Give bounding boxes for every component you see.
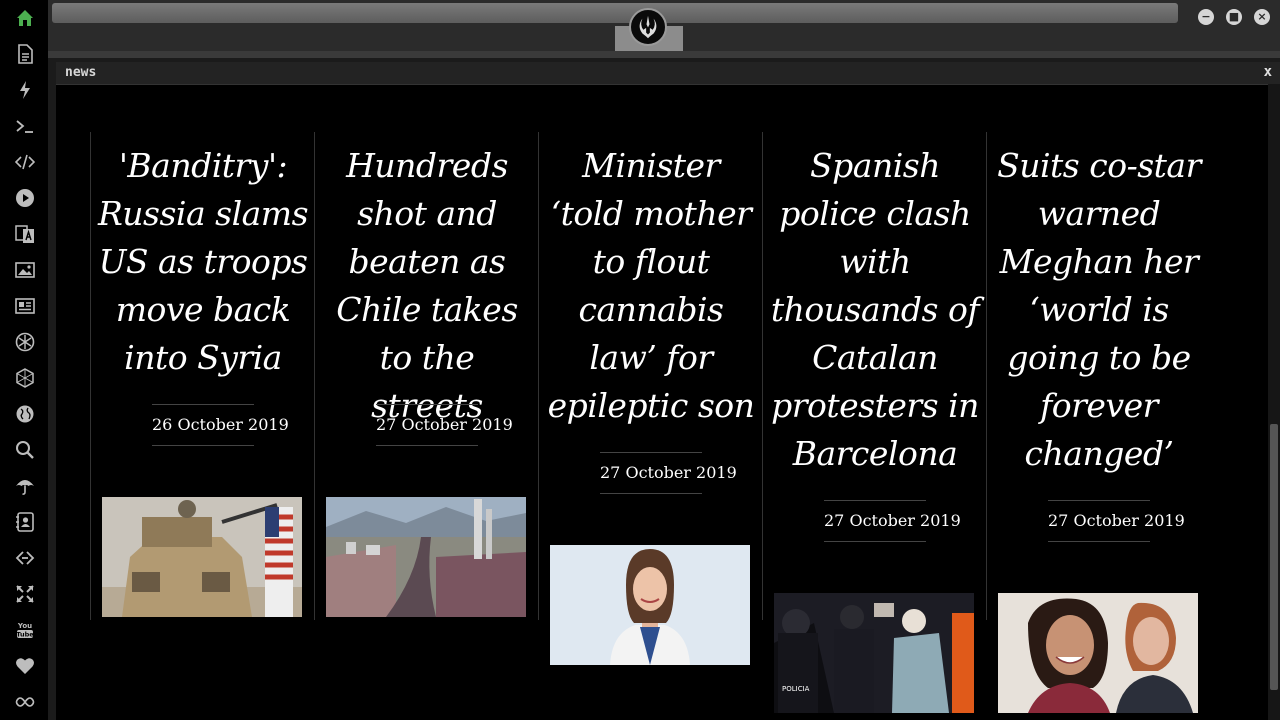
article-headline[interactable]: Suits co-star warned Meghan her ‘world i…	[993, 142, 1205, 478]
article-date: 26 October 2019	[152, 404, 289, 446]
article-image[interactable]: POLICIA	[774, 593, 974, 713]
hexagon-icon[interactable]	[14, 367, 36, 389]
svg-text:POLICIA: POLICIA	[782, 685, 810, 693]
article-headline[interactable]: Spanish police clash with thousands of C…	[769, 142, 981, 478]
rebel-icon[interactable]	[14, 331, 36, 353]
window-titlebar: − ■ ×	[48, 0, 1280, 58]
minimize-button[interactable]: −	[1198, 9, 1214, 25]
heart-icon[interactable]	[14, 655, 36, 677]
article-date: 27 October 2019	[1048, 500, 1185, 542]
terminal-icon[interactable]	[14, 115, 36, 137]
lightning-icon[interactable]	[14, 79, 36, 101]
news-article[interactable]: Spanish police clash with thousands of C…	[762, 132, 987, 713]
article-date: 27 October 2019	[824, 500, 961, 542]
panel-close-button[interactable]: x	[1264, 64, 1272, 80]
maximize-button[interactable]: ■	[1226, 9, 1242, 25]
article-headline[interactable]: Minister ‘told mother to flout cannabis …	[545, 142, 757, 430]
expand-icon[interactable]	[14, 583, 36, 605]
article-headline[interactable]: 'Banditry': Russia slams US as troops mo…	[97, 142, 309, 382]
infinity-icon[interactable]	[14, 691, 36, 713]
close-window-button[interactable]: ×	[1254, 9, 1270, 25]
svg-text:You: You	[17, 622, 32, 630]
panel-title: news	[65, 65, 97, 80]
document-icon[interactable]	[14, 43, 36, 65]
search-icon[interactable]	[14, 439, 36, 461]
news-panel: news x 'Banditry': Russia slams US as tr…	[56, 62, 1280, 720]
umbrella-icon[interactable]	[14, 475, 36, 497]
article-date: 27 October 2019	[600, 452, 737, 494]
article-image[interactable]	[550, 545, 750, 665]
youtube-icon[interactable]: You Tube	[14, 619, 36, 641]
news-article[interactable]: 'Banditry': Russia slams US as troops mo…	[90, 132, 315, 620]
panel-scrollbar[interactable]	[1268, 84, 1280, 720]
article-date: 27 October 2019	[376, 404, 513, 446]
address-bar[interactable]	[52, 3, 1178, 23]
svg-text:Tube: Tube	[16, 631, 34, 639]
code-icon[interactable]	[14, 151, 36, 173]
app-sidebar: You Tube	[0, 0, 48, 720]
article-headline[interactable]: Hundreds shot and beaten as Chile takes …	[321, 142, 533, 430]
news-article[interactable]: Suits co-star warned Meghan her ‘world i…	[986, 132, 1211, 713]
article-image[interactable]	[326, 497, 526, 617]
panel-header: news x	[56, 62, 1280, 85]
play-icon[interactable]	[14, 187, 36, 209]
article-image[interactable]	[998, 593, 1198, 713]
newspaper-icon[interactable]	[14, 295, 36, 317]
contact-icon[interactable]	[14, 511, 36, 533]
rebel-alliance-icon[interactable]	[629, 8, 667, 46]
link-icon[interactable]	[14, 547, 36, 569]
image-icon[interactable]	[14, 259, 36, 281]
scrollbar-thumb[interactable]	[1270, 424, 1278, 690]
globe-icon[interactable]	[14, 403, 36, 425]
article-image[interactable]	[102, 497, 302, 617]
titlebar-divider	[48, 51, 1280, 58]
home-icon[interactable]	[14, 7, 36, 29]
news-article[interactable]: Hundreds shot and beaten as Chile takes …	[314, 132, 539, 620]
translate-icon[interactable]	[14, 223, 36, 245]
news-article[interactable]: Minister ‘told mother to flout cannabis …	[538, 132, 763, 665]
